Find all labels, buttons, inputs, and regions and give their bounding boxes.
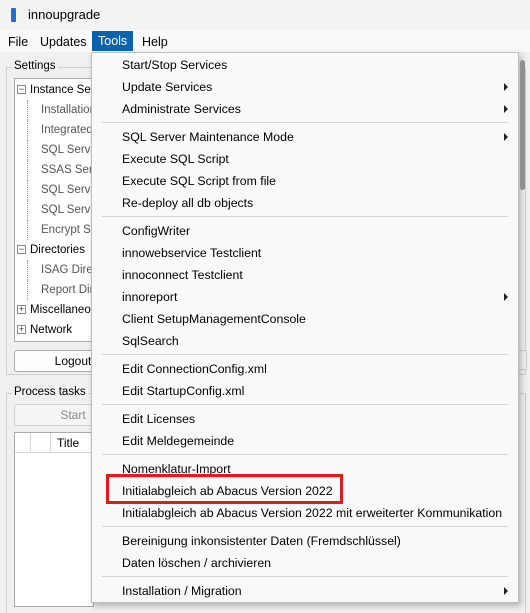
grid-title-column[interactable]: Title [51,433,95,453]
expand-icon[interactable]: + [17,325,26,334]
tree-item-label: SQL Server [41,144,93,156]
menu-separator [102,526,508,527]
menu-separator [102,216,508,217]
collapse-icon[interactable]: − [17,245,26,254]
tree-item-label: Directories [30,244,85,256]
tree-item-network[interactable]: + Network [17,320,72,340]
menu-item-installation-migration[interactable]: Installation / Migration [122,580,242,602]
grid-row-header-column [15,433,31,453]
tree-item-integrated[interactable]: Integrated [27,120,93,140]
tree-item-installation[interactable]: Installation [27,100,94,120]
settings-group-label: Settings [12,60,58,72]
tree-item-label: Encrypt SQ [41,224,94,236]
menu-updates[interactable]: Updates [34,33,93,51]
grid-check-column[interactable] [31,433,51,453]
app-icon [11,8,16,22]
tree-item-label: SSAS Serv [41,164,94,176]
background-scrollbar-thumb[interactable] [520,60,525,190]
menu-bar: File Updates Tools Help [0,30,530,52]
tree-item-label: Report Dir [41,284,94,296]
tree-item-label: Network [30,324,73,336]
submenu-arrow-icon [504,293,508,301]
menu-item-edit-startupconfig-xml[interactable]: Edit StartupConfig.xml [122,380,244,402]
settings-combo-edge [519,350,527,370]
tools-dropdown-menu: Start/Stop Services Update Services Admini… [91,52,519,603]
grid-header: Title [15,433,93,453]
tree-item-instance-set[interactable]: − Instance Set [17,80,94,100]
menu-item-initialabgleich-ab-abacus-version-2022-mit-erweiterter-kommunikation[interactable]: Initialabgleich ab Abacus Version 2022 m… [122,502,502,524]
menu-item-configwriter[interactable]: ConfigWriter [122,220,190,242]
title-bar: innoupgrade [0,0,530,30]
window-title: innoupgrade [28,7,101,22]
tree-item-label: ISAG Direc [41,264,94,276]
menu-item-innowebservice-testclient[interactable]: innowebservice Testclient [122,242,261,264]
menu-item-edit-licenses[interactable]: Edit Licenses [122,408,195,430]
process-tasks-grid[interactable]: Title [14,432,94,607]
tree-item-miscellaneous[interactable]: + Miscellaneous [17,300,93,320]
menu-item-innoconnect-testclient[interactable]: innoconnect Testclient [122,264,243,286]
menu-item-sqlsearch[interactable]: SqlSearch [122,330,179,352]
menu-separator [102,404,508,405]
menu-item-daten-loschen-archivieren[interactable]: Daten löschen / archivieren [122,552,271,574]
submenu-arrow-icon [504,133,508,141]
menu-item-bereinigung-inkonsistenter-daten-fremdschlussel[interactable]: Bereinigung inkonsistenter Daten (Fremds… [122,530,401,552]
tree-item-label: SQL Server [41,204,93,216]
tree-item-services[interactable]: +Services [17,340,74,341]
tree-item-report-dir[interactable]: Report Dir [27,280,93,300]
menu-tools[interactable]: Tools [92,31,134,51]
tree-item-isag-direc[interactable]: ISAG Direc [27,260,94,280]
menu-item-execute-sql-script-from-file[interactable]: Execute SQL Script from file [122,170,276,192]
collapse-icon[interactable]: − [17,85,26,94]
menu-item-re-deploy-all-db-objects[interactable]: Re-deploy all db objects [122,192,253,214]
menu-separator [102,454,508,455]
submenu-arrow-icon [504,83,508,91]
menu-item-edit-meldegemeinde[interactable]: Edit Meldegemeinde [122,430,234,452]
tree-item-sql-server[interactable]: SQL Server [27,140,93,160]
menu-separator [102,576,508,577]
tree-item-label: Instance Set [30,84,94,96]
highlight-annotation-box [106,474,343,504]
tree-item-label: SQL Server [41,184,93,196]
menu-separator [102,354,508,355]
menu-item-edit-connectionconfig-xml[interactable]: Edit ConnectionConfig.xml [122,358,267,380]
tree-item-encrypt-sq[interactable]: Encrypt SQ [27,220,94,240]
submenu-arrow-icon [504,105,508,113]
tree-item-directories[interactable]: − Directories [17,240,85,260]
tree-item-ssas-serv[interactable]: SSAS Serv [27,160,94,180]
menu-item-sql-server-maintenance-mode[interactable]: SQL Server Maintenance Mode [122,126,294,148]
tree-item-label: Installation [41,104,94,116]
menu-item-update-services[interactable]: Update Services [122,76,212,98]
process-tasks-label: Process tasks [12,386,88,398]
menu-item-execute-sql-script[interactable]: Execute SQL Script [122,148,229,170]
tree-item-label: Miscellaneous [30,304,93,316]
menu-item-administrate-services[interactable]: Administrate Services [122,98,241,120]
menu-file[interactable]: File [2,33,34,51]
settings-tree[interactable]: − Instance Set Installation Integrated SQL S… [14,78,94,342]
menu-item-start-stop-services[interactable]: Start/Stop Services [122,54,227,76]
expand-icon[interactable]: + [17,305,26,314]
menu-help[interactable]: Help [136,33,174,51]
menu-item-innoreport[interactable]: innoreport [122,286,177,308]
submenu-arrow-icon [504,587,508,595]
tree-item-label: Integrated [41,124,93,136]
menu-item-client-setupmanagementconsole[interactable]: Client SetupManagementConsole [122,308,306,330]
tree-item-sql-server[interactable]: SQL Server [27,180,93,200]
tree-item-sql-server[interactable]: SQL Server [27,200,93,220]
menu-separator [102,122,508,123]
